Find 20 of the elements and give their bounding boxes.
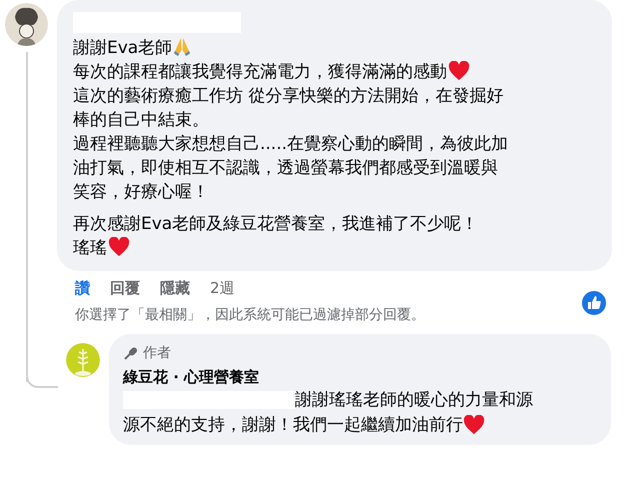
comment-text-line: 過程裡聽聽大家想想自己.....在覺察心動的瞬間，為彼此加 (73, 132, 508, 154)
filter-notice: 你選擇了「最相關」，因此系統可能已過濾掉部分回覆。 (75, 306, 426, 324)
comment-text-line: 瑤瑤 (73, 236, 107, 258)
microphone-icon (123, 346, 138, 360)
comment-text-line: 這次的藝術療癒工作坊 從分享快樂的方法開始，在發掘好 (73, 84, 504, 106)
action-link[interactable]: 讚 (75, 278, 90, 298)
action-link[interactable]: 回覆 (110, 278, 140, 298)
comment-text-line: 源不絕的支持，謝謝！我們一起繼續加油前行 (123, 414, 463, 436)
comment-text-line: 每次的課程都讓我覺得充滿電力，獲得滿滿的感動 (73, 60, 447, 82)
comment-text-line: 謝謝瑤瑤老師的暖心的力量和源 (295, 389, 533, 411)
author-label: 作者 (143, 344, 171, 362)
action-link[interactable]: 隱藏 (160, 278, 190, 298)
page-name[interactable]: 綠豆花 · 心理營養室 (123, 368, 599, 387)
comment-text-line: 棒的自己中結束。 (73, 108, 209, 130)
comment-text-line: 再次感謝Eva老師及綠豆花營養室，我進補了不少呢！ (73, 212, 478, 234)
comment-text-line: 笑容，好療心喔！ (73, 180, 209, 202)
timestamp[interactable]: 2週 (210, 278, 235, 298)
avatar[interactable] (5, 3, 48, 46)
comment-text-line: 油打氣，即使相互不認識，透過螢幕我們都感受到溫暖與 (73, 156, 498, 178)
comment-text-line: 謝謝Eva老師 (73, 36, 172, 58)
